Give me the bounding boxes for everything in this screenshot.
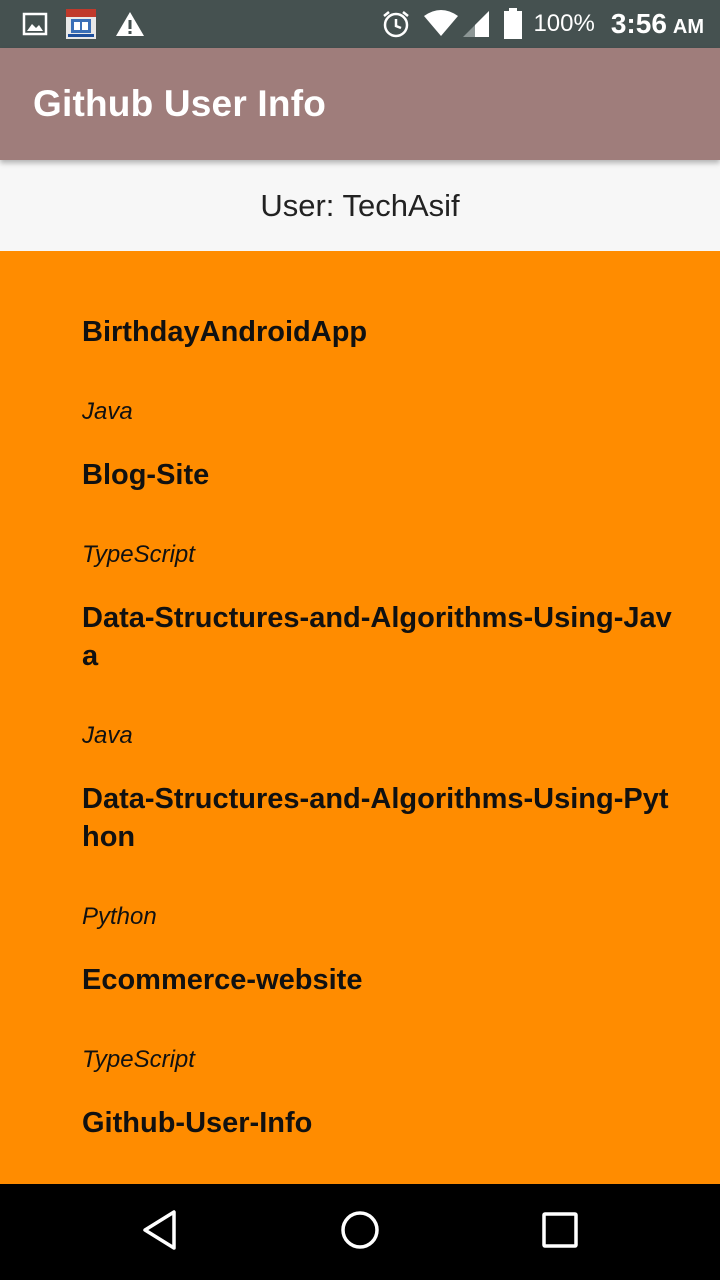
repo-name: BirthdayAndroidApp xyxy=(82,316,368,348)
back-button[interactable] xyxy=(110,1184,210,1280)
navigation-bar xyxy=(0,1184,720,1280)
app-bar: Github User Info xyxy=(0,48,720,160)
wifi-icon xyxy=(423,10,459,38)
warning-icon xyxy=(114,10,146,38)
user-header: User: TechAsif xyxy=(0,160,720,251)
repo-lang-block: Java xyxy=(82,721,682,751)
clock: 3:56 AM xyxy=(611,8,704,40)
clock-ampm: AM xyxy=(672,16,704,38)
image-icon xyxy=(22,12,48,36)
battery-icon xyxy=(503,8,523,40)
repo-name: Blog-Site xyxy=(82,459,210,491)
battery-percentage: 100% xyxy=(533,10,595,37)
repo-name: Data-Structures-and-Algorithms-Using-Jav… xyxy=(82,602,672,672)
back-icon xyxy=(140,1209,180,1256)
alarm-icon xyxy=(381,9,411,39)
clock-time: 3:56 xyxy=(610,8,667,39)
user-label: User: TechAsif xyxy=(260,187,460,223)
repo-lang-block: Python xyxy=(82,902,682,932)
signal-icon xyxy=(461,9,491,39)
repo-list[interactable]: BirthdayAndroidApp Java Blog-Site TypeSc… xyxy=(0,251,720,1184)
repo-language: TypeScript xyxy=(82,1046,195,1073)
repo-item-ecommerce-website[interactable]: Ecommerce-website xyxy=(82,961,682,999)
app-title: Github User Info xyxy=(33,83,327,124)
repo-item-dsa-python[interactable]: Data-Structures-and-Algorithms-Using-Pyt… xyxy=(82,780,682,856)
repo-lang-block: TypeScript xyxy=(82,540,682,570)
app-notification-icon xyxy=(64,7,98,41)
recents-icon xyxy=(541,1211,579,1254)
repo-item-birthdayandroidapp[interactable]: BirthdayAndroidApp xyxy=(82,313,682,351)
repo-language: Python xyxy=(82,903,157,930)
repo-item-dsa-java[interactable]: Data-Structures-and-Algorithms-Using-Jav… xyxy=(82,599,682,675)
repo-name: Ecommerce-website xyxy=(82,964,363,996)
home-button[interactable] xyxy=(310,1184,410,1280)
repo-name: Github-User-Info xyxy=(82,1107,313,1139)
home-icon xyxy=(339,1209,381,1256)
repo-language: Java xyxy=(82,722,133,749)
repo-lang-block: TypeScript xyxy=(82,1045,682,1075)
repo-language: Java xyxy=(82,398,133,425)
repo-name: Data-Structures-and-Algorithms-Using-Pyt… xyxy=(82,783,669,853)
repo-language: TypeScript xyxy=(82,541,195,568)
repo-item-github-user-info[interactable]: Github-User-Info xyxy=(82,1104,682,1142)
recents-button[interactable] xyxy=(510,1184,610,1280)
repo-item-blog-site[interactable]: Blog-Site xyxy=(82,456,682,494)
repo-lang-block: Java xyxy=(82,397,682,427)
status-bar: 100% 3:56 AM xyxy=(0,0,720,48)
